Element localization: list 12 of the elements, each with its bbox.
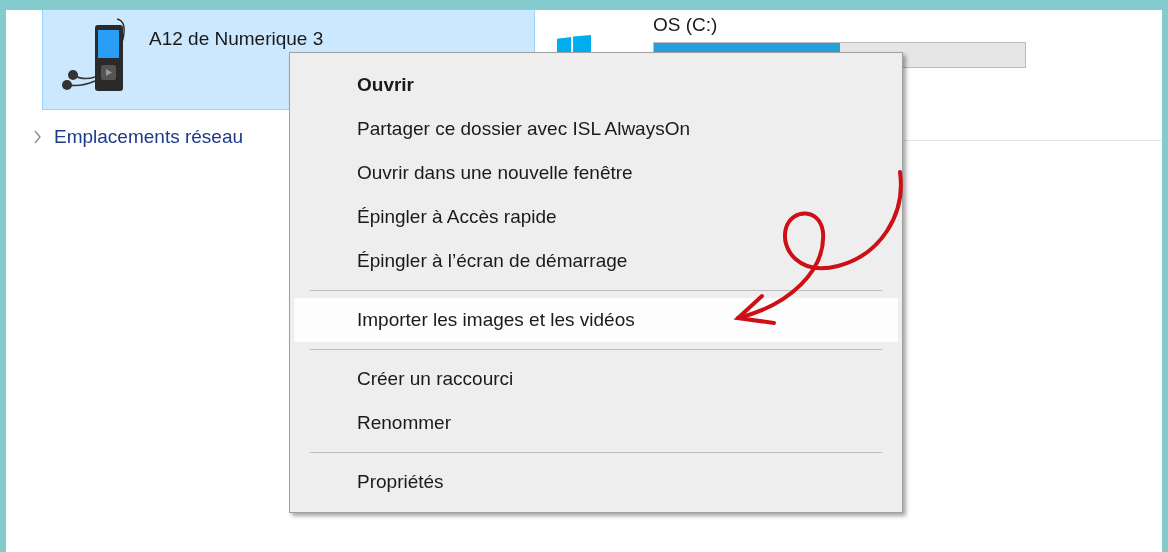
- device-name: A12 de Numerique 3: [149, 28, 324, 50]
- menu-item[interactable]: Épingler à l’écran de démarrage: [294, 239, 898, 283]
- nav-item[interactable]: Emplacements réseau: [32, 126, 244, 148]
- menu-item[interactable]: Renommer: [294, 401, 898, 445]
- menu-item[interactable]: Ouvrir dans une nouvelle fenêtre: [294, 151, 898, 195]
- menu-item[interactable]: Épingler à Accès rapide: [294, 195, 898, 239]
- menu-item[interactable]: Importer les images et les vidéos: [294, 298, 898, 342]
- drive-name: OS (C:): [653, 14, 719, 36]
- windows-logo-icon: [557, 35, 591, 52]
- menu-item[interactable]: Propriétés: [294, 460, 898, 504]
- menu-item[interactable]: Partager ce dossier avec ISL AlwaysOn: [294, 107, 898, 151]
- menu-item[interactable]: Créer un raccourci: [294, 357, 898, 401]
